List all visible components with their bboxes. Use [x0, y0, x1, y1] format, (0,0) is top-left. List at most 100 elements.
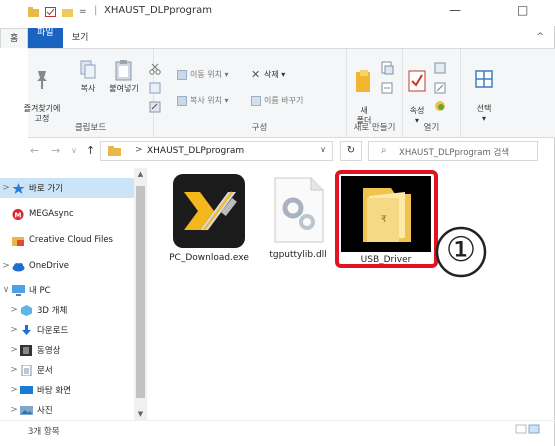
- properties-icon[interactable]: [45, 7, 56, 17]
- breadcrumb-path[interactable]: XHAUST_DLPprogram: [147, 146, 244, 156]
- breadcrumb-chevron[interactable]: >: [135, 145, 143, 155]
- nav-item-quick-access[interactable]: > 바로 가기: [0, 178, 134, 198]
- nav-item-label: 3D 개체: [37, 306, 68, 316]
- ribbon: 즐겨찾기에 고정 복사 붙여넣기 클립보드 이동 위치 ▾ 복사 위치 ▾ ✕ …: [24, 48, 555, 138]
- address-row: ← → ∨ ↑ > XHAUST_DLPprogram ∨ ↻ ⌕ XHAUST…: [0, 138, 555, 164]
- paste-button[interactable]: 붙여넣기: [104, 59, 144, 94]
- rename-label: 이름 바꾸기: [264, 96, 304, 105]
- scroll-up-button[interactable]: ▲: [134, 170, 147, 178]
- svg-text:M: M: [15, 211, 22, 219]
- new-folder-button[interactable]: 새 폴더: [351, 59, 377, 126]
- view-toggle-buttons[interactable]: [515, 423, 541, 437]
- nav-item-label: Creative Cloud Files: [29, 235, 113, 245]
- folder-icon: [108, 146, 121, 156]
- chevron-right-icon[interactable]: >: [8, 405, 20, 415]
- star-icon: [12, 182, 25, 194]
- nav-item-label: 다운로드: [37, 326, 69, 336]
- search-input[interactable]: ⌕ XHAUST_DLPprogram 검색: [368, 141, 538, 161]
- file-item-tgputtylib[interactable]: tgputtylib.dll: [262, 176, 334, 261]
- address-bar[interactable]: > XHAUST_DLPprogram ∨: [100, 141, 333, 161]
- open-group: 속성 ▾ 열기: [403, 49, 461, 137]
- address-dropdown-button[interactable]: ∨: [320, 145, 326, 154]
- nav-item-desktop[interactable]: > 바탕 화면: [0, 380, 134, 400]
- nav-item-3d-objects[interactable]: > 3D 개체: [0, 300, 134, 320]
- nav-item-megasync[interactable]: M MEGAsync: [0, 204, 134, 224]
- rename-icon: [251, 95, 261, 106]
- pin-icon: [37, 71, 47, 89]
- properties-button[interactable]: 속성 ▾: [405, 59, 429, 126]
- video-icon: [20, 344, 32, 356]
- history-icon[interactable]: [433, 99, 447, 113]
- highlight-box: [335, 170, 438, 268]
- copy-path-icon[interactable]: [149, 82, 161, 94]
- search-icon: ⌕: [381, 145, 387, 156]
- rename-button[interactable]: 이름 바꾸기: [251, 95, 303, 106]
- forward-button[interactable]: →: [51, 144, 60, 157]
- chevron-right-icon[interactable]: >: [0, 261, 12, 271]
- tab-file[interactable]: 파일: [28, 28, 63, 48]
- nav-item-videos[interactable]: > 동영상: [0, 340, 134, 360]
- nav-item-documents[interactable]: > 문서: [0, 360, 134, 380]
- recent-locations-button[interactable]: ∨: [71, 146, 77, 155]
- copy-to-button[interactable]: 복사 위치 ▾: [177, 95, 229, 106]
- quick-access-dropdown[interactable]: =: [79, 7, 87, 17]
- nav-item-pictures[interactable]: > 사진: [0, 400, 134, 420]
- title-bar: = | XHAUST_DLPprogram — □: [0, 0, 555, 26]
- cut-icon[interactable]: [149, 63, 161, 75]
- edit-icon[interactable]: [433, 81, 447, 95]
- file-name: PC_Download.exe: [169, 253, 249, 263]
- nav-item-creative-cloud[interactable]: Creative Cloud Files: [0, 230, 134, 250]
- paste-label: 붙여넣기: [109, 84, 139, 93]
- scrollbar-thumb[interactable]: [136, 186, 145, 398]
- copy-to-icon: [177, 95, 187, 106]
- up-button[interactable]: ↑: [86, 144, 95, 157]
- tab-view[interactable]: 보기: [63, 28, 98, 48]
- scroll-down-button[interactable]: ▼: [134, 410, 147, 418]
- move-to-button[interactable]: 이동 위치 ▾: [177, 69, 229, 80]
- new-item-icon[interactable]: [380, 61, 394, 75]
- folder-icon[interactable]: [28, 7, 39, 17]
- chevron-right-icon[interactable]: >: [8, 305, 20, 315]
- exe-app-icon: [173, 174, 245, 248]
- back-button[interactable]: ←: [30, 144, 39, 157]
- ribbon-tabs: 파일 홈 공유 보기: [0, 28, 555, 48]
- select-group: 선택 ▾ 선택: [461, 49, 511, 137]
- desktop-icon: [20, 385, 33, 394]
- file-item-pc-download[interactable]: PC_Download.exe: [165, 172, 253, 264]
- open-icon[interactable]: [433, 61, 447, 75]
- navigation-pane: > 바로 가기 M MEGAsync Creative Cloud Files …: [0, 168, 147, 433]
- copy-icon: [80, 60, 96, 79]
- nav-item-this-pc[interactable]: ∨ 내 PC: [0, 280, 134, 300]
- nav-item-downloads[interactable]: > 다운로드: [0, 320, 134, 340]
- chevron-down-icon[interactable]: ∨: [0, 285, 12, 295]
- move-to-label: 이동 위치 ▾: [190, 70, 229, 79]
- select-button[interactable]: 선택 ▾: [465, 59, 503, 124]
- properties-check-icon: [408, 70, 426, 92]
- chevron-right-icon[interactable]: >: [8, 385, 20, 395]
- easy-access-icon[interactable]: [380, 81, 394, 95]
- chevron-right-icon[interactable]: >: [0, 183, 12, 193]
- organize-group: 이동 위치 ▾ 복사 위치 ▾ ✕ 삭제 ▾ 이름 바꾸기 구성: [173, 49, 347, 137]
- nav-item-label: MEGAsync: [29, 209, 74, 219]
- nav-scrollbar[interactable]: ▲ ▼: [134, 168, 147, 420]
- chevron-right-icon[interactable]: >: [8, 325, 20, 335]
- pin-button[interactable]: 즐겨찾기에 고정: [20, 59, 64, 124]
- new-folder-icon: [356, 70, 370, 92]
- chevron-right-icon[interactable]: >: [8, 345, 20, 355]
- status-bar: 3개 항목: [0, 420, 555, 446]
- refresh-button[interactable]: ↻: [340, 141, 362, 161]
- nav-item-label: 문서: [37, 366, 53, 376]
- paste-shortcut-icon[interactable]: [149, 101, 161, 113]
- delete-button[interactable]: ✕ 삭제 ▾: [251, 69, 285, 80]
- minimize-button[interactable]: —: [449, 3, 461, 17]
- nav-item-onedrive[interactable]: > OneDrive: [0, 256, 134, 276]
- tab-home[interactable]: 홈: [0, 28, 29, 48]
- new-group: 새 폴더 새로 만들기: [347, 49, 403, 137]
- organize-group-label: 구성: [251, 123, 268, 133]
- new-folder-quick-icon[interactable]: [62, 7, 73, 17]
- ribbon-collapse-button[interactable]: ^: [536, 32, 544, 42]
- chevron-right-icon[interactable]: >: [8, 365, 20, 375]
- copy-button[interactable]: 복사: [76, 59, 100, 94]
- maximize-button[interactable]: □: [517, 3, 528, 17]
- details-view-icon[interactable]: [515, 423, 541, 435]
